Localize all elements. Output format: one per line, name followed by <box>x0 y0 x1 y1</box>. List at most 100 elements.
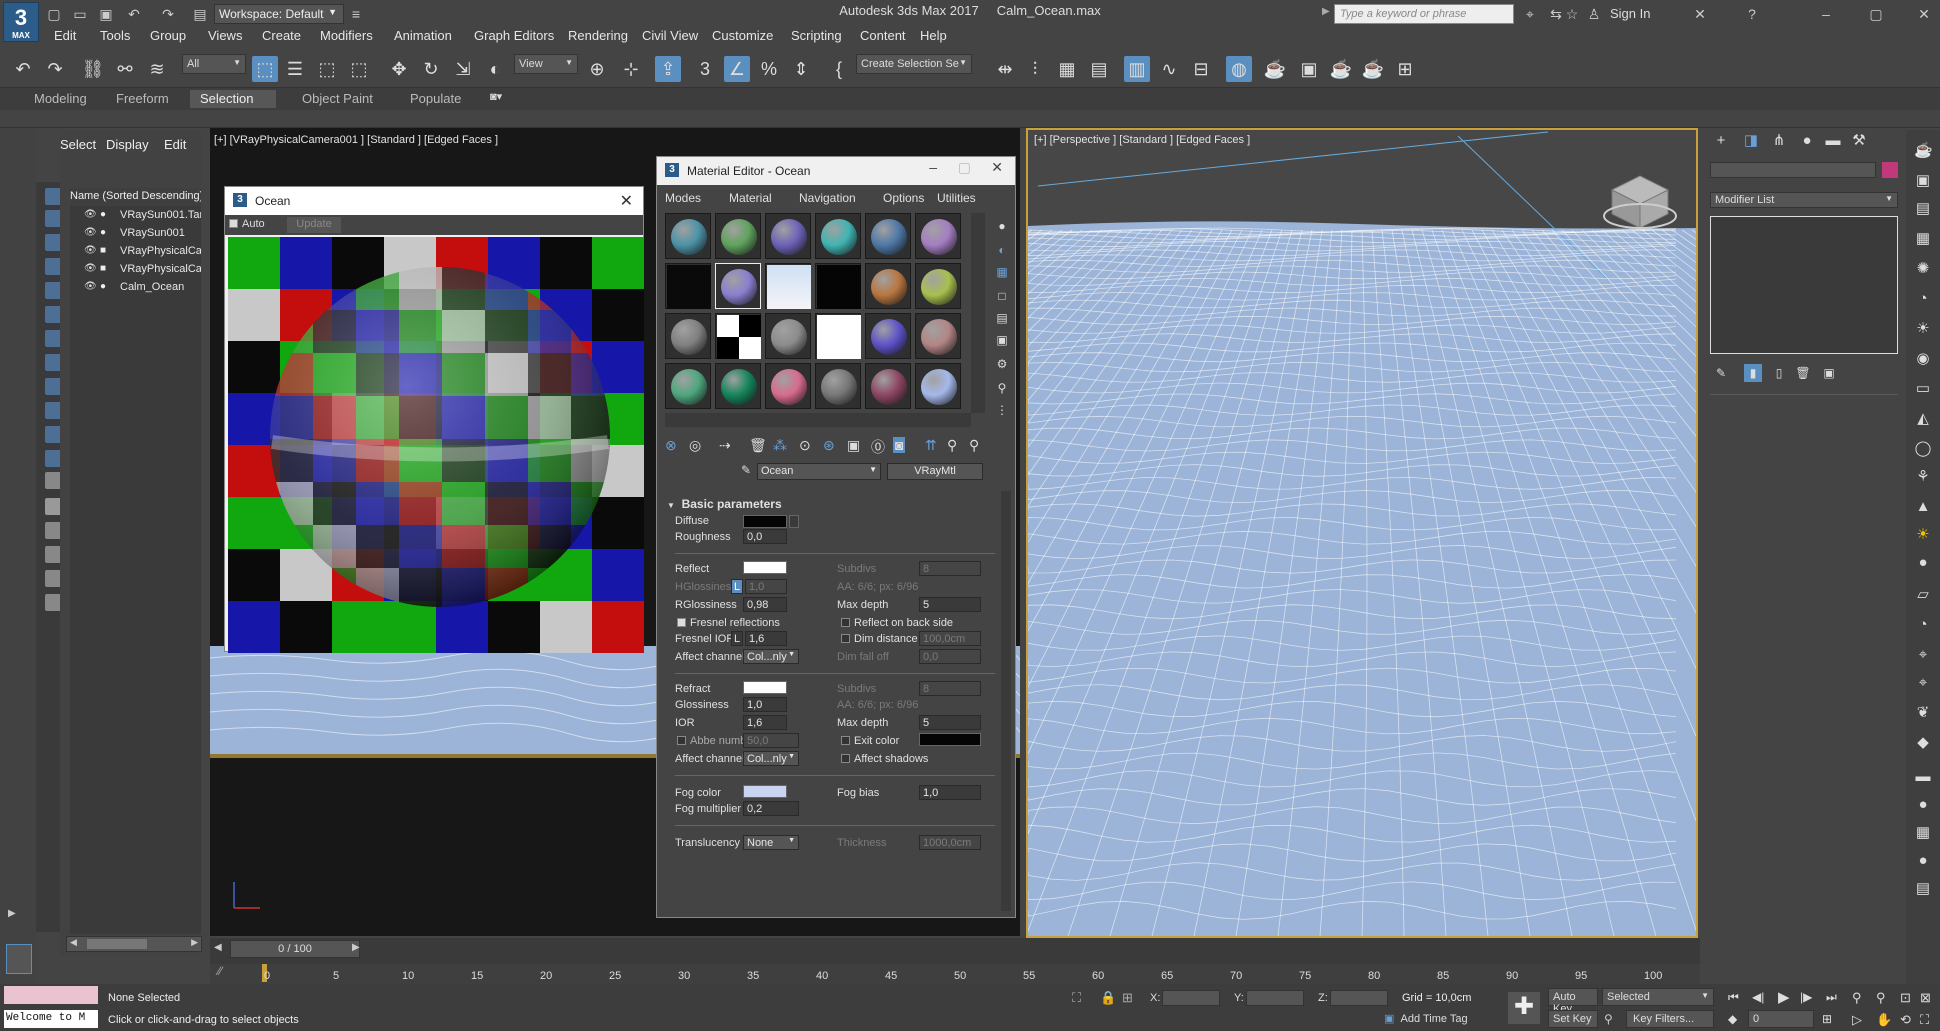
grid-icon[interactable]: ▦ <box>1914 824 1932 842</box>
key-mode-dropdown[interactable]: Selected ▼ <box>1602 988 1714 1006</box>
user-icon[interactable]: ♙ <box>1584 4 1604 24</box>
render-iterative-icon[interactable]: ☕ <box>1360 56 1386 82</box>
modify-tab-icon[interactable]: ◨ <box>1742 132 1760 150</box>
basic-parameters-rollout[interactable]: ▼ Basic parameters <box>667 497 782 511</box>
material-name-dropdown[interactable]: Ocean ▼ <box>757 463 881 480</box>
material-slot[interactable] <box>815 213 861 259</box>
material-slot[interactable] <box>815 363 861 409</box>
go-to-end-icon[interactable]: ⏭ <box>1826 990 1837 1005</box>
roughness-spinner[interactable]: 0,0 <box>743 529 787 544</box>
close-icon[interactable]: ✕ <box>620 191 633 211</box>
hf-icon[interactable]: ◆ <box>1914 734 1932 752</box>
reset-map-icon[interactable]: 🗑 <box>749 437 767 454</box>
perspective-viewport-label[interactable]: [+] [Perspective ] [Standard ] [Edged Fa… <box>1034 134 1250 146</box>
subdivs-spinner[interactable]: 8 <box>919 561 981 576</box>
material-slot[interactable] <box>765 213 811 259</box>
material-slot[interactable] <box>765 263 811 309</box>
tab-populate[interactable]: Populate <box>400 90 471 108</box>
sign-in-link[interactable]: Sign In <box>1610 6 1650 21</box>
affect-shadows-checkbox[interactable]: Affect shadows <box>841 753 928 765</box>
sample-uv-icon[interactable]: □ <box>993 287 1011 305</box>
diffuse-swatch[interactable] <box>743 515 787 528</box>
make-unique-icon[interactable]: ⁂ <box>773 437 787 454</box>
zoom-extents-all-icon[interactable]: ⊠ <box>1920 990 1931 1006</box>
search-input[interactable]: Type a keyword or phrase <box>1334 4 1514 24</box>
camera-icon[interactable]: ▦ <box>1914 230 1932 248</box>
fog-bias-spinner[interactable]: 1,0 <box>919 785 981 800</box>
exit-color-checkbox[interactable]: Exit color <box>841 735 899 747</box>
material-slot[interactable] <box>665 213 711 259</box>
rect-selection-icon[interactable]: ⬚ <box>314 56 340 82</box>
maxscript-listener[interactable] <box>4 986 98 1004</box>
list-item[interactable]: 👁 ● Calm_Ocean <box>70 278 201 296</box>
y-coordinate-field[interactable] <box>1246 990 1304 1006</box>
material-slot[interactable] <box>865 213 911 259</box>
decal-icon[interactable]: ⌖ <box>1914 646 1932 664</box>
motion-tab-icon[interactable]: ● <box>1798 132 1816 150</box>
scale-icon[interactable]: ⇲ <box>450 56 476 82</box>
list-item[interactable]: 👁 ● VRaySun001.Tar <box>70 206 201 224</box>
backlight-icon[interactable]: ◐ <box>993 241 1011 259</box>
zoom-all-icon[interactable]: ⚲ <box>1876 990 1886 1006</box>
display-tab-icon[interactable]: ▬ <box>1824 132 1842 150</box>
list-item[interactable]: 👁 ■ VRayPhysicalCan <box>70 242 201 260</box>
x-coordinate-field[interactable] <box>1162 990 1220 1006</box>
material-slot[interactable] <box>915 363 961 409</box>
menu-content[interactable]: Content <box>860 28 906 43</box>
menu-views[interactable]: Views <box>208 28 242 43</box>
close-icon[interactable]: ✕ <box>991 159 1003 176</box>
more-icon[interactable]: ▤ <box>1914 880 1932 898</box>
utilities-tab-icon[interactable]: ⚒ <box>1850 132 1868 150</box>
select-object-icon[interactable]: ⬚ <box>252 56 278 82</box>
current-frame-field[interactable]: 0 <box>1748 1010 1814 1028</box>
se-horizontal-scrollbar[interactable]: ◀ ▶ <box>66 936 202 952</box>
next-frame-icon[interactable]: |▶ <box>1800 990 1812 1004</box>
light-icon[interactable]: ✺ <box>1914 260 1932 278</box>
material-slot[interactable] <box>815 263 861 309</box>
tab-modeling[interactable]: Modeling <box>24 90 97 108</box>
fog-multiplier-spinner[interactable]: 0,2 <box>743 801 799 816</box>
select-by-name-icon[interactable]: ☰ <box>282 56 308 82</box>
tab-freeform[interactable]: Freeform <box>106 90 179 108</box>
minimize-icon[interactable]: – <box>1816 4 1836 24</box>
curve-editor-icon[interactable]: ∿ <box>1156 56 1182 82</box>
material-editor-icon[interactable]: ◍ <box>1226 56 1252 82</box>
material-slot[interactable] <box>765 363 811 409</box>
fresnel-ior-lock[interactable]: L <box>731 631 743 646</box>
go-to-parent-icon[interactable]: ⇈ <box>925 437 937 454</box>
selection-filter-dropdown[interactable]: All ▼ <box>182 54 246 74</box>
redo-icon[interactable]: ↷ <box>42 56 68 82</box>
ies-light-icon[interactable]: ▭ <box>1914 380 1932 398</box>
list-item[interactable]: 👁 ● VRaySun001 <box>70 224 201 242</box>
refract-subdivs-spinner[interactable]: 8 <box>919 681 981 696</box>
placement-icon[interactable]: ◐ <box>482 56 508 82</box>
menu-edit[interactable]: Edit <box>54 28 76 43</box>
abbe-spinner[interactable]: 50,0 <box>743 733 799 748</box>
key-mode-toggle-icon[interactable]: ◆ <box>1728 1012 1737 1026</box>
lock-selection-icon[interactable]: 🔒 <box>1100 990 1116 1006</box>
affect-channels-dropdown[interactable]: Col...nly ▼ <box>743 649 799 664</box>
se-tab-edit[interactable]: Edit <box>164 137 186 152</box>
reference-coordinate-dropdown[interactable]: View ▼ <box>514 54 578 74</box>
material-ball-icon[interactable]: ◯ <box>1914 440 1932 458</box>
make-unique-icon[interactable]: ▯ <box>1770 364 1788 382</box>
eye-icon[interactable]: 👁 <box>84 206 97 224</box>
eye-icon[interactable]: 👁 <box>84 224 97 242</box>
camera-viewport-label[interactable]: [+] [VRayPhysicalCamera001 ] [Standard ]… <box>214 134 498 146</box>
slots-horizontal-scrollbar[interactable] <box>665 413 971 427</box>
object-color-swatch[interactable] <box>1882 162 1898 178</box>
maximize-icon[interactable]: ▢ <box>1866 4 1886 24</box>
rotate-icon[interactable]: ↻ <box>418 56 444 82</box>
zoom-extents-icon[interactable]: ⊡ <box>1900 990 1911 1006</box>
glossiness-spinner[interactable]: 1,0 <box>743 697 787 712</box>
thickness-spinner[interactable]: 1000,0cm <box>919 835 981 850</box>
fog-color-swatch[interactable] <box>743 785 787 798</box>
eye-icon[interactable]: 👁 <box>84 242 97 260</box>
vfb-icon[interactable]: ▤ <box>1914 200 1932 218</box>
sun-icon[interactable]: ☀ <box>1914 320 1932 338</box>
material-slot[interactable] <box>665 313 711 359</box>
add-time-tag[interactable]: ▣ Add Time Tag <box>1384 1012 1468 1025</box>
update-button[interactable]: Update <box>287 217 341 233</box>
menu-tools[interactable]: Tools <box>100 28 130 43</box>
menu-rendering[interactable]: Rendering <box>568 28 628 43</box>
